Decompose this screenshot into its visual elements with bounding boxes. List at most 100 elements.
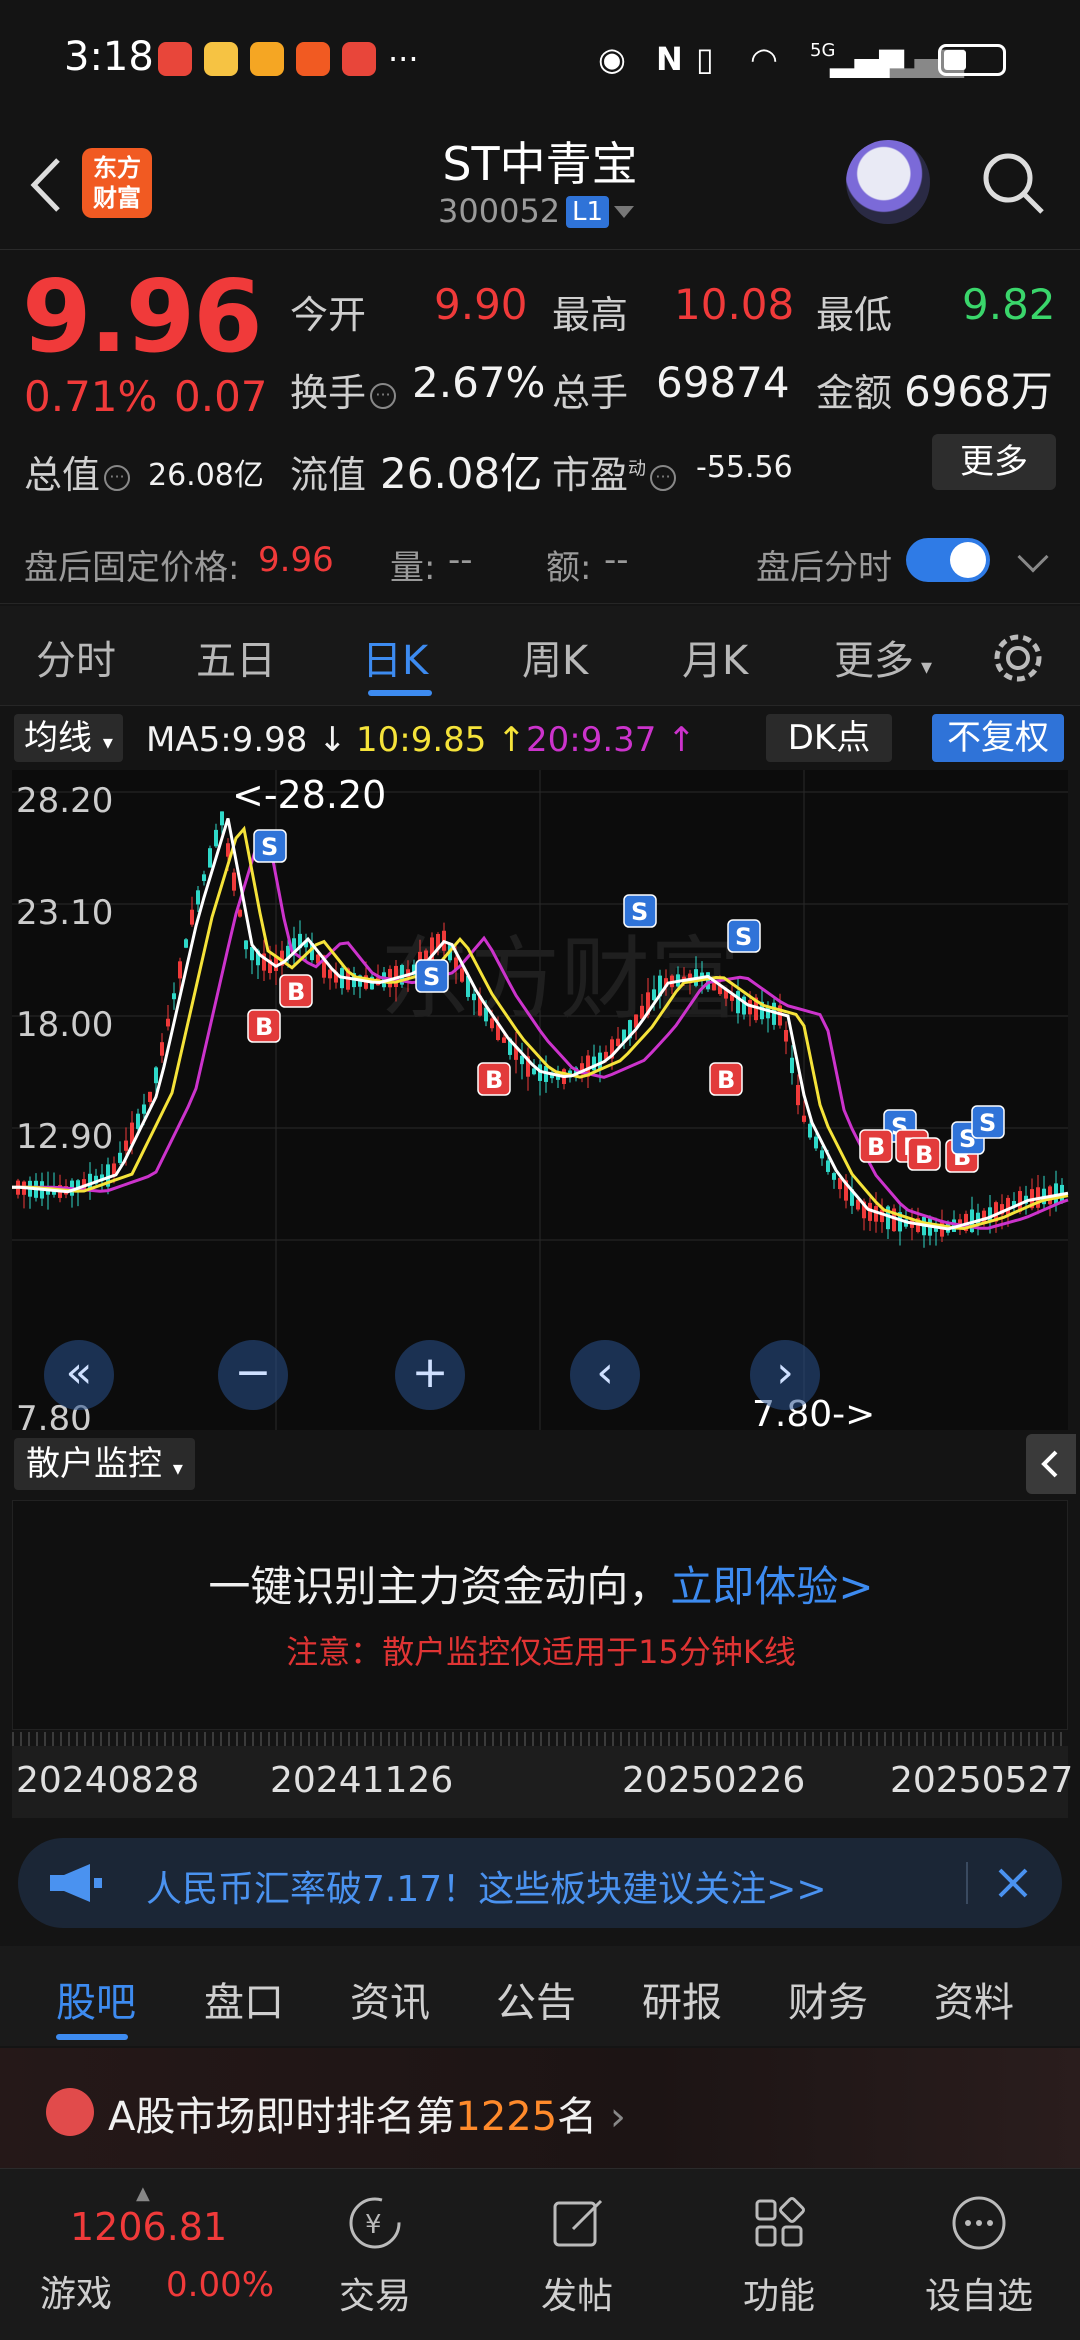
retail-cta: 一键识别主力资金动向，立即体验> <box>208 1562 874 1611</box>
scroll-right-button[interactable]: › <box>750 1340 820 1410</box>
info-icon[interactable]: ··· <box>104 464 131 491</box>
nfc-icon: N <box>656 40 683 78</box>
settings-gear-icon[interactable] <box>990 630 1046 686</box>
buy-marker[interactable]: B <box>247 1009 281 1043</box>
mcap-value: 26.08亿 <box>148 458 264 493</box>
index-change: 0.00% <box>166 2265 275 2305</box>
svg-text:B: B <box>255 1013 273 1041</box>
sell-marker[interactable]: S <box>727 919 761 953</box>
tab-intraday[interactable]: 分时 <box>36 628 116 686</box>
buy-marker[interactable]: B <box>279 974 313 1008</box>
svg-text:B: B <box>867 1133 885 1161</box>
change-amount: 0.07 <box>174 372 268 421</box>
svg-text:B: B <box>717 1066 735 1094</box>
tab-news[interactable]: 资讯 <box>350 1970 430 2028</box>
candle <box>124 1140 128 1151</box>
stock-header: 东方财富 ST中青宝 300052 L1 <box>0 120 1080 250</box>
tab-five-day[interactable]: 五日 <box>196 628 276 686</box>
candle <box>196 890 200 905</box>
active-tab-indicator <box>56 2034 128 2040</box>
candle <box>214 829 218 847</box>
app-notification-icon <box>296 42 330 76</box>
date-label: 20250226 <box>622 1760 806 1801</box>
float-value: 26.08亿 <box>380 449 543 498</box>
candle <box>142 1104 146 1114</box>
low-value: 9.82 <box>962 280 1056 329</box>
sell-marker[interactable]: S <box>623 894 657 928</box>
market-ranking-banner[interactable]: A股市场即时排名第1225名 › <box>0 2048 1080 2168</box>
tab-profile[interactable]: 资料 <box>934 1970 1014 2028</box>
zoom-out-button[interactable]: − <box>218 1340 288 1410</box>
candle <box>706 972 710 990</box>
rewind-button[interactable]: « <box>44 1340 114 1410</box>
candle <box>598 1052 602 1069</box>
level-badge[interactable]: L1 <box>566 196 610 228</box>
try-now-link[interactable]: 立即体验> <box>670 1562 873 1611</box>
kline-chart[interactable]: 东方财富 SBBSSSBBSBBBBSS 28.20 23.10 18.00 1… <box>0 770 1080 1430</box>
chevron-down-icon[interactable] <box>1017 541 1049 573</box>
tab-more[interactable]: 更多 ▾ <box>834 628 932 686</box>
huawei-app-icon <box>158 42 192 76</box>
zoom-in-button[interactable]: + <box>395 1340 465 1410</box>
ma-select[interactable]: 均线 ▾ <box>14 714 123 762</box>
sell-marker[interactable]: S <box>971 1105 1005 1139</box>
tab-research[interactable]: 研报 <box>642 1970 722 2028</box>
info-icon[interactable]: ··· <box>650 464 677 491</box>
open-value: 9.90 <box>434 280 528 329</box>
retail-monitor-select[interactable]: 散户监控 ▾ <box>14 1438 195 1490</box>
buy-marker[interactable]: B <box>477 1062 511 1096</box>
scroll-left-button[interactable]: ‹ <box>570 1340 640 1410</box>
tab-monthly-k[interactable]: 月K <box>682 628 748 686</box>
candle <box>460 968 464 982</box>
tab-announcements[interactable]: 公告 <box>496 1970 576 2028</box>
close-icon[interactable] <box>986 1856 1040 1910</box>
search-icon[interactable] <box>978 148 1048 218</box>
candle <box>232 872 236 891</box>
no-adjust-button[interactable]: 不复权 <box>932 714 1064 762</box>
news-text[interactable]: 人民币汇率破7.17！这些板块建议关注>> <box>146 1860 827 1912</box>
tab-pankou[interactable]: 盘口 <box>204 1970 284 2028</box>
nav-add-watchlist[interactable]: 设自选 <box>904 2193 1054 2319</box>
app-notification-icon <box>250 42 284 76</box>
buy-marker[interactable]: B <box>859 1129 893 1163</box>
y-tick: 12.90 <box>16 1117 113 1157</box>
retail-monitor-header: 散户监控 ▾ <box>0 1432 1080 1498</box>
high-value: 10.08 <box>674 280 795 329</box>
volume-label: 总手 <box>552 371 629 415</box>
info-icon[interactable]: ··· <box>370 382 397 409</box>
ranking-icon <box>46 2088 94 2136</box>
after-hours-toggle[interactable] <box>906 538 990 582</box>
nav-trade[interactable]: ¥ 交易 <box>300 2193 450 2319</box>
level-dropdown-icon[interactable] <box>614 206 634 218</box>
ma10-value: 10:9.85 ↑ <box>356 720 526 760</box>
buy-marker[interactable]: B <box>907 1137 941 1171</box>
after-hours-amt-label: 额: <box>546 548 592 588</box>
ai-assistant-icon[interactable] <box>846 140 930 224</box>
dk-point-button[interactable]: DK点 <box>766 714 892 762</box>
tab-guba[interactable]: 股吧 <box>56 1970 136 2028</box>
sell-marker[interactable]: S <box>253 829 287 863</box>
candle <box>652 989 656 1001</box>
info-tabs: 股吧 盘口 资讯 公告 研报 财务 资料 <box>0 1946 1080 2046</box>
date-axis: 20240828 20241126 20250226 20250527 <box>12 1746 1073 1818</box>
buy-marker[interactable]: B <box>709 1062 743 1096</box>
time-scrubber[interactable] <box>12 1732 1068 1746</box>
candle <box>736 991 740 1014</box>
turnover-value: 2.67% <box>412 358 546 407</box>
more-quote-button[interactable]: 更多 <box>932 434 1056 490</box>
candle <box>832 1173 836 1180</box>
nav-functions[interactable]: 功能 <box>704 2193 854 2319</box>
news-banner[interactable]: 人民币汇率破7.17！这些板块建议关注>> <box>18 1838 1062 1928</box>
tab-finance[interactable]: 财务 <box>788 1970 868 2028</box>
svg-text:B: B <box>485 1066 503 1094</box>
quote-panel: 9.96 0.71% 0.07 今开 9.90 最高 10.08 最低 9.82… <box>0 250 1080 500</box>
sell-marker[interactable]: S <box>415 959 449 993</box>
tab-weekly-k[interactable]: 周K <box>522 628 588 686</box>
svg-text:B: B <box>287 978 305 1006</box>
high-price-marker: <-28.20 <box>232 773 386 817</box>
chevron-left-icon[interactable] <box>1026 1434 1076 1494</box>
tab-daily-k[interactable]: 日K <box>362 628 428 686</box>
candle <box>226 843 230 857</box>
nav-post[interactable]: 发帖 <box>502 2193 652 2319</box>
amount-value: 6968万 <box>904 367 1053 416</box>
